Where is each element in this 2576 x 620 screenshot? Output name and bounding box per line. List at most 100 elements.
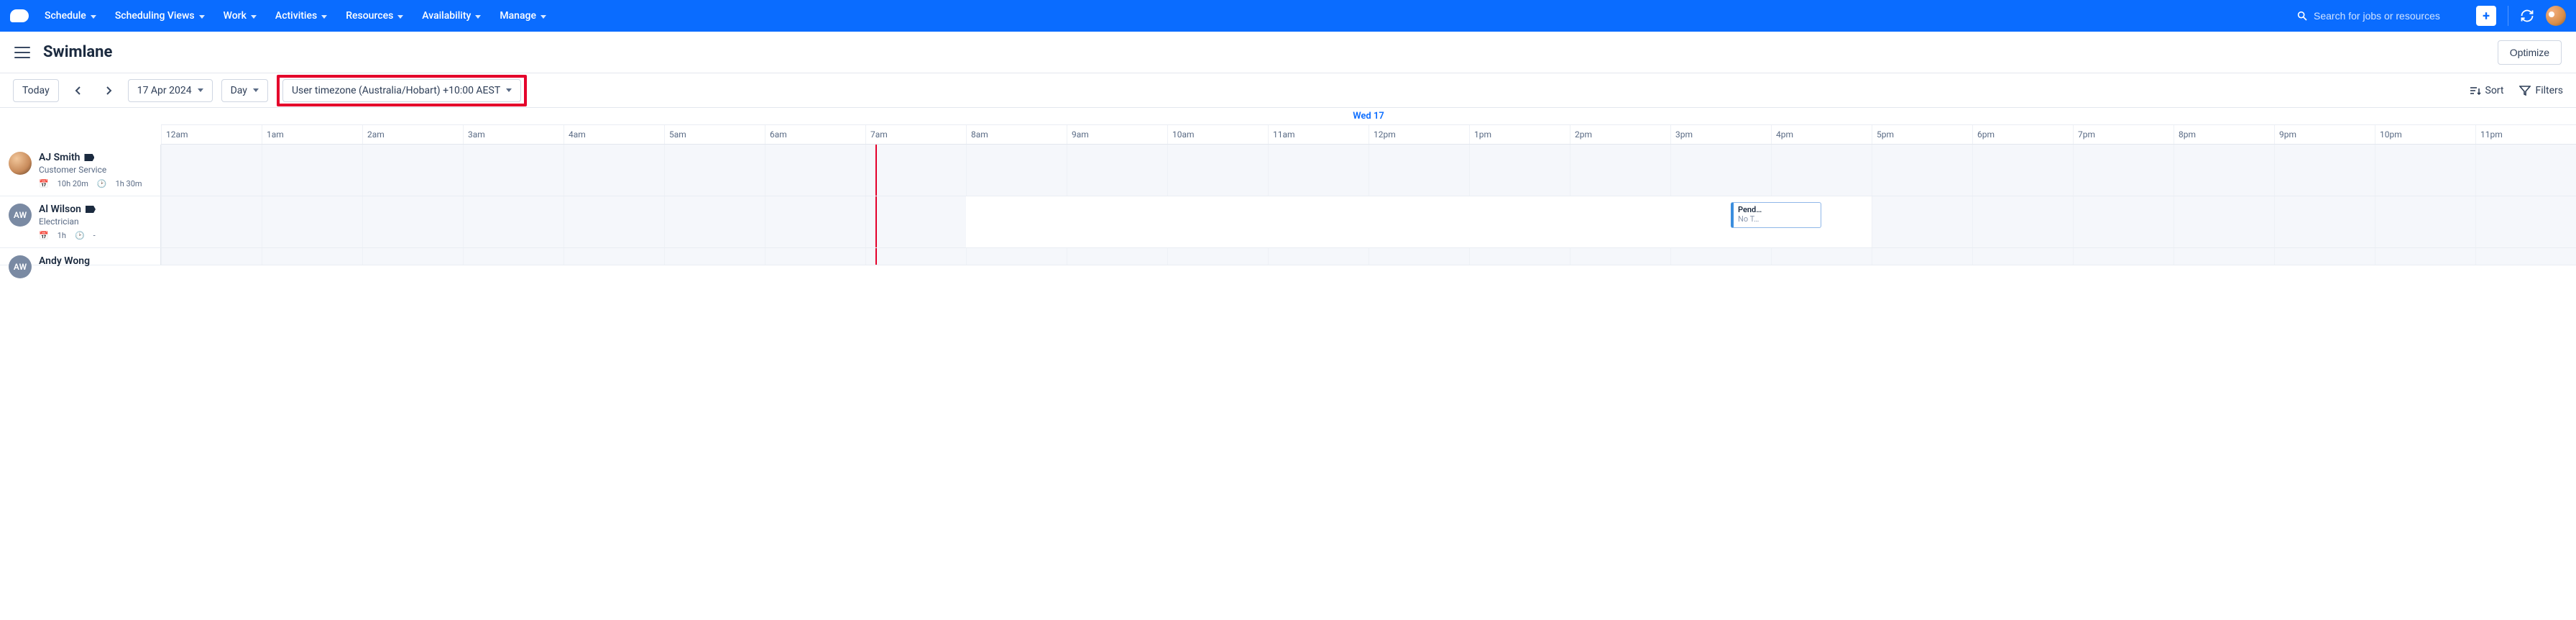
search-icon: [2296, 10, 2308, 22]
global-search[interactable]: [2296, 10, 2465, 22]
calendar-icon: 📅: [39, 231, 49, 240]
hour-cell: 6am: [765, 125, 865, 144]
tag-icon: [84, 154, 94, 161]
resource-label[interactable]: AJ Smith Customer Service 📅10h 20m🕑1h 30m: [0, 145, 161, 196]
hour-cell: 8am: [966, 125, 1067, 144]
nav-item-scheduling-views[interactable]: Scheduling Views: [112, 7, 208, 24]
toolbar: Today 17 Apr 2024 Day User timezone (Aus…: [0, 73, 2576, 108]
hour-cell: 2pm: [1570, 125, 1670, 144]
hour-cell: 1am: [262, 125, 362, 144]
chevron-down-icon: [321, 15, 327, 19]
chevron-down-icon: [253, 88, 259, 92]
search-input[interactable]: [2314, 10, 2465, 22]
create-button[interactable]: +: [2476, 6, 2496, 26]
hour-cell: 12pm: [1368, 125, 1469, 144]
chevron-down-icon: [251, 15, 257, 19]
nav-item-work[interactable]: Work: [221, 7, 259, 24]
hour-cell: 1pm: [1469, 125, 1570, 144]
hour-cell: 9am: [1067, 125, 1167, 144]
hour-cell: 6pm: [1972, 125, 2073, 144]
clock-icon: 🕑: [97, 179, 107, 188]
chevron-down-icon: [199, 15, 205, 19]
job-subtitle: No T…: [1738, 214, 1816, 224]
resource-track[interactable]: Pend…No T…: [161, 196, 2576, 247]
tag-icon: [86, 206, 96, 213]
page-title: Swimlane: [43, 43, 112, 61]
resource-row: AWAndy Wong: [0, 248, 2576, 265]
resource-track[interactable]: [161, 248, 2576, 265]
app-logo[interactable]: [10, 9, 29, 22]
chevron-down-icon: [397, 15, 403, 19]
filters-button[interactable]: Filters: [2519, 85, 2563, 96]
resource-meta: 📅10h 20m🕑1h 30m: [39, 179, 142, 188]
filter-icon: [2519, 86, 2531, 96]
menu-toggle-icon[interactable]: [14, 47, 30, 58]
resource-label[interactable]: AW Al WilsonElectrician 📅1h🕑-: [0, 196, 161, 247]
top-nav-left: Schedule Scheduling Views Work Activities Re…: [10, 7, 549, 24]
clock-icon: 🕑: [75, 231, 85, 240]
swimlane-rows: AJ SmithCustomer Service📅10h 20m🕑1h 30mA…: [0, 145, 2576, 265]
hour-cell: 7pm: [2073, 125, 2174, 144]
chevron-down-icon: [475, 15, 481, 19]
sort-button[interactable]: Sort: [2470, 85, 2504, 96]
hour-cell: 12am: [161, 125, 262, 144]
hour-cell: 5pm: [1872, 125, 1972, 144]
resource-role: Customer Service: [39, 165, 142, 175]
now-indicator: [875, 145, 877, 196]
hour-cell: 11pm: [2475, 125, 2576, 144]
date-picker[interactable]: 17 Apr 2024: [128, 79, 213, 102]
now-indicator: [875, 196, 877, 247]
calendar-icon: 📅: [39, 179, 49, 188]
nav-item-activities[interactable]: Activities: [272, 7, 330, 24]
hour-cell: 8pm: [2174, 125, 2274, 144]
resource-name: AJ Smith: [39, 152, 142, 163]
resource-avatar: AW: [9, 204, 32, 227]
prev-arrow[interactable]: [68, 80, 89, 101]
hour-cell: 2am: [362, 125, 463, 144]
hour-cell: 9pm: [2274, 125, 2375, 144]
resource-name: Andy Wong: [39, 255, 90, 267]
hour-cell: 11am: [1268, 125, 1368, 144]
resource-track[interactable]: [161, 145, 2576, 196]
toolbar-right: Sort Filters: [2470, 85, 2564, 96]
today-button[interactable]: Today: [13, 79, 59, 102]
hour-cell: 3pm: [1670, 125, 1771, 144]
nav-item-manage[interactable]: Manage: [497, 7, 549, 24]
day-header: Wed 17: [161, 108, 2576, 125]
hour-cell: 7am: [865, 125, 966, 144]
chevron-down-icon: [540, 15, 546, 19]
hour-cell: 4am: [564, 125, 664, 144]
hour-cell: 4pm: [1771, 125, 1872, 144]
resource-name: Al Wilson: [39, 204, 96, 215]
nav-item-availability[interactable]: Availability: [419, 7, 484, 24]
view-picker[interactable]: Day: [221, 79, 268, 102]
next-arrow[interactable]: [98, 80, 119, 101]
resource-avatar: AW: [9, 255, 32, 278]
chevron-down-icon: [91, 15, 96, 19]
nav-item-schedule[interactable]: Schedule: [42, 7, 99, 24]
job-title: Pend…: [1738, 205, 1816, 214]
top-nav-right: +: [2296, 6, 2566, 26]
hour-cell: 10pm: [2375, 125, 2475, 144]
user-avatar[interactable]: [2546, 6, 2566, 26]
hour-cell: 10am: [1167, 125, 1268, 144]
title-bar: Swimlane Optimize: [0, 32, 2576, 73]
swimlane: Wed 17 12am1am2am3am4am5am6am7am8am9am10…: [0, 108, 2576, 265]
hour-cell: 3am: [463, 125, 564, 144]
top-nav: Schedule Scheduling Views Work Activities Re…: [0, 0, 2576, 32]
resource-label[interactable]: AWAndy Wong: [0, 248, 161, 265]
timezone-picker[interactable]: User timezone (Australia/Hobart) +10:00 …: [282, 79, 521, 102]
timezone-highlight: User timezone (Australia/Hobart) +10:00 …: [277, 75, 527, 106]
now-indicator: [875, 248, 877, 265]
resource-avatar: [9, 152, 32, 175]
sync-icon[interactable]: [2520, 9, 2534, 23]
resource-row: AW Al WilsonElectrician 📅1h🕑- Pend…No T…: [0, 196, 2576, 248]
optimize-button[interactable]: Optimize: [2498, 40, 2562, 65]
resource-meta: 📅1h🕑-: [39, 231, 96, 240]
chevron-down-icon: [506, 88, 512, 92]
sort-icon: [2470, 86, 2481, 96]
chevron-down-icon: [198, 88, 203, 92]
nav-item-resources[interactable]: Resources: [343, 7, 406, 24]
job-chip[interactable]: Pend…No T…: [1731, 202, 1821, 228]
resource-role: Electrician: [39, 216, 96, 227]
